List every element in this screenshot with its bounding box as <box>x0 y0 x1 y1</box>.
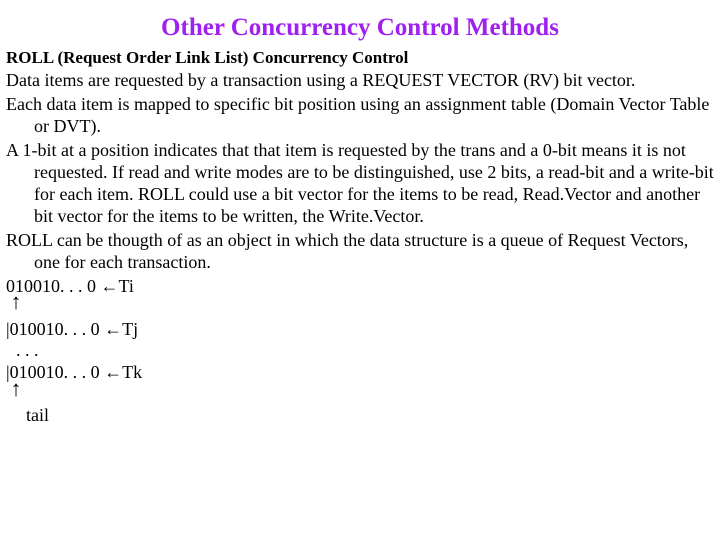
left-arrow-icon: ← <box>101 276 119 296</box>
slide-title: Other Concurrency Control Methods <box>6 14 714 42</box>
rv-label-ti: Ti <box>119 276 134 296</box>
rv-line-ti: 010010. . . 0 ←Ti <box>6 276 714 298</box>
slide: Other Concurrency Control Methods ROLL (… <box>0 0 720 427</box>
rv-bits-tj: |010010. . . 0 <box>6 319 100 339</box>
rv-label-tk: Tk <box>122 362 142 382</box>
tail-row: tail <box>6 405 714 427</box>
ellipsis-row: . . . <box>6 340 714 362</box>
rv-line-tk: |010010. . . 0 ←Tk <box>6 362 714 384</box>
paragraph-1: Data items are requested by a transactio… <box>6 70 714 92</box>
up-arrow-icon: ↑ <box>11 376 22 401</box>
up-arrow-icon: ↑ <box>11 289 22 314</box>
section-subhead: ROLL (Request Order Link List) Concurren… <box>6 48 714 68</box>
rv-label-tj: Tj <box>122 319 138 339</box>
request-vector-block: 010010. . . 0 ←Ti ↑ |010010. . . 0 ←Tj .… <box>6 276 714 427</box>
ellipsis: . . . <box>6 340 39 360</box>
up-arrow-row-1: ↑ <box>6 297 714 319</box>
body-text: Data items are requested by a transactio… <box>6 70 714 427</box>
rv-line-tj: |010010. . . 0 ←Tj <box>6 319 714 341</box>
paragraph-4: ROLL can be thougth of as an object in w… <box>6 230 714 274</box>
paragraph-2: Each data item is mapped to specific bit… <box>6 94 714 138</box>
paragraph-3: A 1-bit at a position indicates that tha… <box>6 140 714 228</box>
left-arrow-icon: ← <box>104 319 122 339</box>
tail-label: tail <box>6 405 49 425</box>
left-arrow-icon: ← <box>104 362 122 382</box>
up-arrow-row-2: ↑ <box>6 384 714 406</box>
